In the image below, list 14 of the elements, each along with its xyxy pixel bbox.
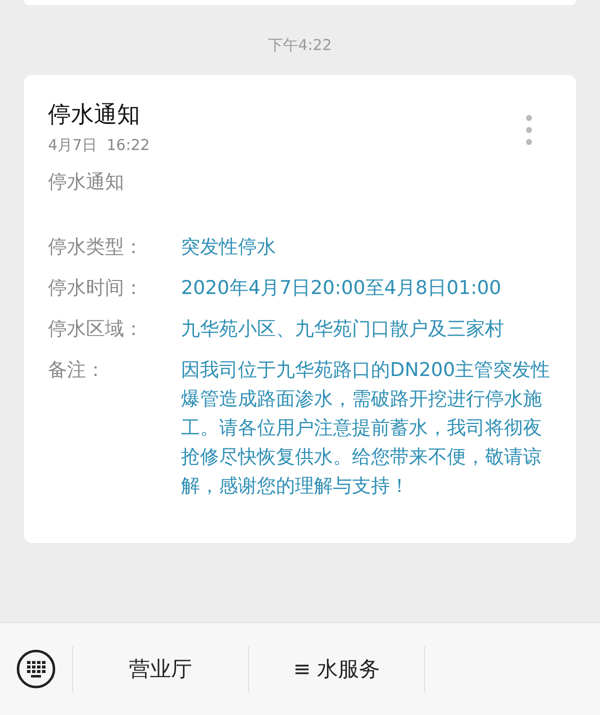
menu-tab[interactable]: 营业厅 xyxy=(73,655,248,683)
field-label: 停水类型： xyxy=(48,235,144,260)
message-date: 4月7日 16:22 xyxy=(48,136,151,155)
message-title: 停水通知 xyxy=(48,101,141,130)
field-value: 2020年4月7日20:00至4月8日01:00 xyxy=(181,276,502,301)
message-subtitle: 停水通知 xyxy=(48,170,125,195)
timestamp: 下午4:22 xyxy=(268,36,332,55)
field-value: 九华苑小区、九华苑门口散户及三家村 xyxy=(181,317,505,342)
menu-tab[interactable]: ≡ 水服务 xyxy=(249,655,424,683)
field-value: 突发性停水 xyxy=(181,235,277,260)
field-value: 因我司位于九华苑路口的DN200主管突发性爆管造成路面渗水，需破路开挖进行停水施工。请各位用户注意提前蓄水，我司将彻夜抢修尽快恢复供水。给您带来不便，敬请谅解，感谢您的理解与支持！ xyxy=(181,358,552,499)
field-label: 备注： xyxy=(48,358,106,383)
field-label: 停水区域： xyxy=(48,317,144,342)
field-label: 停水时间： xyxy=(48,276,144,301)
